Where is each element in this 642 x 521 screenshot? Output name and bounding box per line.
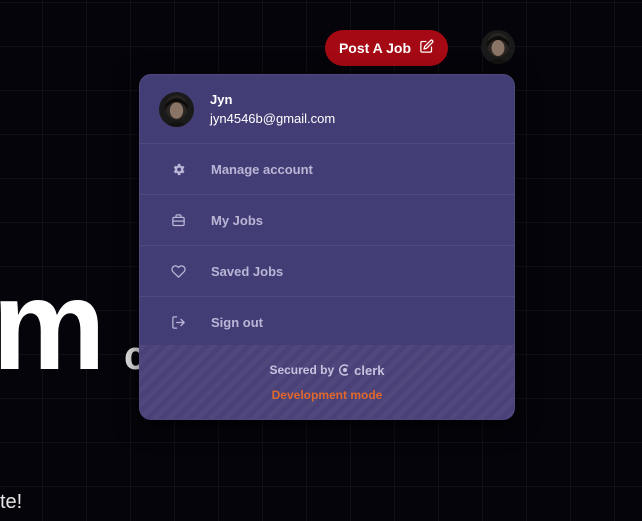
user-avatar-button[interactable]: [481, 30, 515, 64]
secured-by-row: Secured by clerk: [269, 363, 384, 378]
hero-tagline-fragment: te!: [0, 491, 23, 513]
manage-account-item[interactable]: Manage account: [140, 144, 514, 195]
post-job-button[interactable]: Post A Job: [325, 30, 448, 66]
clerk-brand: clerk: [354, 362, 385, 378]
user-menu-popover: Jyn jyn4546b@gmail.com Manage account My…: [139, 74, 515, 420]
avatar: [159, 91, 194, 127]
my-jobs-label: My Jobs: [211, 212, 264, 228]
development-mode-label: Development mode: [271, 387, 383, 402]
heart-icon: [170, 263, 186, 279]
hero-heading-fragment: m: [0, 254, 106, 397]
clerk-logo[interactable]: clerk: [339, 362, 385, 378]
sign-out-icon: [170, 314, 186, 330]
edit-icon: [419, 39, 434, 57]
sign-out-label: Sign out: [211, 314, 263, 330]
sign-out-item[interactable]: Sign out: [140, 297, 514, 348]
saved-jobs-item[interactable]: Saved Jobs: [140, 246, 514, 297]
my-jobs-item[interactable]: My Jobs: [140, 195, 514, 246]
clerk-icon: [339, 364, 349, 376]
briefcase-icon: [170, 212, 186, 228]
secured-by-label: Secured by: [269, 363, 335, 377]
post-job-label: Post A Job: [338, 40, 412, 56]
user-email: jyn4546b@gmail.com: [210, 111, 336, 126]
user-name: Jyn: [210, 92, 233, 107]
popover-footer: Secured by clerk Development mode: [140, 345, 514, 419]
gear-icon: [170, 161, 186, 177]
user-identity: Jyn jyn4546b@gmail.com: [140, 75, 514, 144]
saved-jobs-label: Saved Jobs: [211, 263, 284, 279]
manage-account-label: Manage account: [211, 161, 313, 177]
